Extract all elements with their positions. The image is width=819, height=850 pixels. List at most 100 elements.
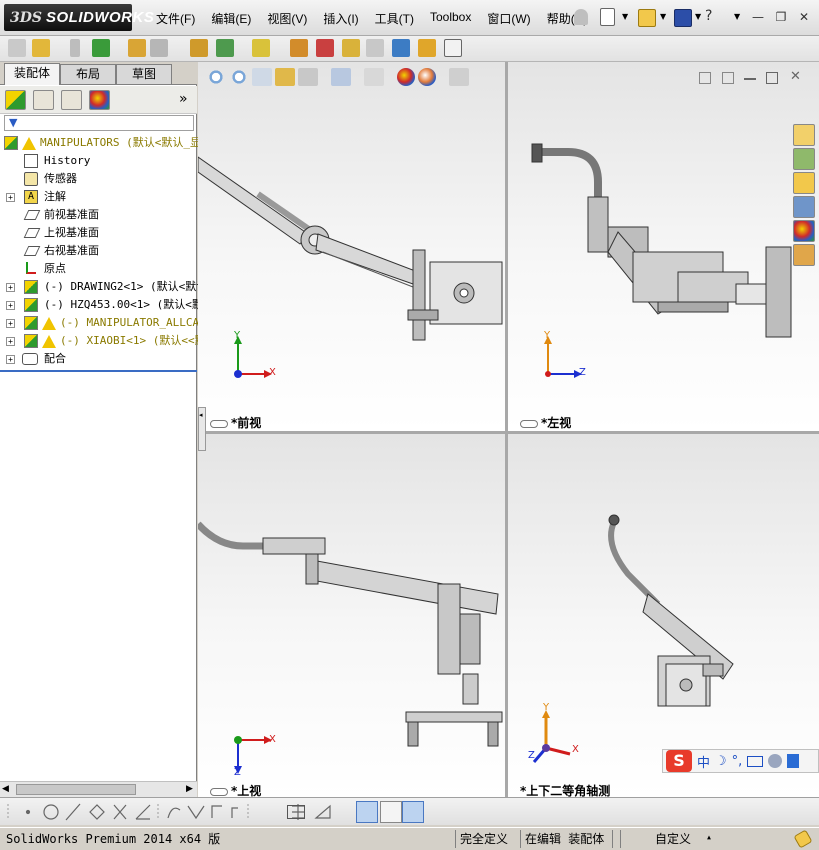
horizontal-scrollbar[interactable]: ◀ ▶	[0, 781, 197, 797]
reference-geometry-icon[interactable]	[252, 39, 270, 57]
chevron-down-icon[interactable]: ▼	[695, 12, 701, 21]
tree-item[interactable]: 前视基准面	[0, 206, 197, 224]
tree-item[interactable]: + 配合	[0, 350, 197, 368]
tree-item[interactable]: 上视基准面	[0, 224, 197, 242]
menu-insert[interactable]: 插入(I)	[315, 9, 366, 28]
open-folder-icon[interactable]	[638, 9, 656, 27]
save-icon[interactable]	[674, 9, 692, 27]
viewport-top[interactable]: Z X *上视	[198, 434, 505, 797]
tree-item[interactable]: + (-) DRAWING2<1> (默认<默认	[0, 278, 207, 296]
viewport-isometric[interactable]: Y X Z *上下二等角轴测	[508, 434, 819, 797]
appearances-icon[interactable]	[793, 220, 815, 242]
skin-icon[interactable]	[787, 754, 800, 768]
smart-fasteners-icon[interactable]	[128, 39, 146, 57]
custom-properties-icon[interactable]	[793, 244, 815, 266]
tree-item[interactable]: + A 注解	[0, 188, 197, 206]
expand-icon[interactable]: +	[6, 337, 15, 346]
keyboard-icon[interactable]	[747, 755, 764, 767]
paperclip-icon[interactable]	[70, 39, 80, 57]
chevron-down-icon[interactable]: ▼	[622, 12, 628, 21]
section-view-icon[interactable]	[275, 68, 295, 86]
edit-appearance-icon[interactable]	[397, 68, 415, 86]
rebuild-icon[interactable]	[8, 39, 26, 57]
show-hidden-icon[interactable]	[190, 39, 208, 57]
solidworks-logo[interactable]: 3DS SOLIDWORKS	[4, 4, 154, 31]
home-icon[interactable]	[793, 124, 815, 146]
user-icon[interactable]	[768, 754, 783, 768]
menu-file[interactable]: 文件(F)	[148, 9, 203, 28]
display-style-icon[interactable]	[331, 68, 351, 86]
close-button[interactable]: ✕	[796, 10, 812, 24]
four-view-icon[interactable]	[402, 801, 424, 823]
file-explorer-icon[interactable]	[793, 172, 815, 194]
horizontal-splitter[interactable]	[198, 431, 819, 434]
shaded-view-icon[interactable]	[356, 801, 378, 823]
zoom-area-icon[interactable]	[229, 68, 249, 86]
punctuation-icon[interactable]: °,	[732, 754, 743, 769]
menu-edit[interactable]: 编辑(E)	[203, 9, 259, 28]
explode-line-icon[interactable]	[366, 39, 384, 57]
tree-item[interactable]: 原点	[0, 260, 197, 278]
viewport-tile-icon[interactable]	[699, 72, 711, 84]
apply-scene-icon[interactable]	[418, 68, 436, 86]
units-selector[interactable]: 自定义	[620, 830, 691, 848]
scroll-right-icon[interactable]: ▶	[186, 784, 193, 794]
ime-toolbar[interactable]: S 中 ☽ °,	[662, 749, 819, 773]
graphics-area[interactable]: Y X *前视 Y Z *左视 Z X *上视 Y X Z *上下二等角轴测 ◂	[198, 62, 819, 797]
previous-view-icon[interactable]	[252, 68, 272, 86]
expand-icon[interactable]: +	[6, 319, 15, 328]
new-document-icon[interactable]	[600, 8, 615, 26]
vertical-splitter[interactable]	[505, 62, 508, 797]
resources-icon[interactable]	[793, 148, 815, 170]
tree-item[interactable]: 传感器	[0, 170, 197, 188]
configuration-manager-icon[interactable]	[61, 90, 82, 110]
viewport-tile-icon[interactable]	[722, 72, 734, 84]
units-caret-icon[interactable]: ▴	[706, 832, 712, 843]
ime-mode[interactable]: 中	[697, 752, 710, 771]
scroll-left-icon[interactable]: ◀	[2, 784, 9, 794]
single-view-icon[interactable]	[380, 801, 402, 823]
menu-view[interactable]: 视图(V)	[259, 9, 315, 28]
expand-icon[interactable]: +	[6, 301, 15, 310]
tree-item[interactable]: + (-) MANIPULATOR_ALLCATE	[0, 314, 212, 332]
sketch-dimension-icon[interactable]	[287, 805, 305, 819]
display-manager-icon[interactable]	[89, 90, 110, 110]
tab-layout[interactable]: 布局	[60, 64, 116, 84]
view-settings-icon[interactable]	[449, 68, 469, 86]
linear-pattern-icon[interactable]	[92, 39, 110, 57]
assembly-features-icon[interactable]	[216, 39, 234, 57]
feature-manager-icon[interactable]	[5, 90, 26, 110]
expand-icon[interactable]: +	[6, 193, 15, 202]
instant3d-icon[interactable]	[444, 39, 462, 57]
filter-icon[interactable]: ▼	[9, 116, 17, 129]
viewport-restore-icon[interactable]	[766, 72, 778, 84]
move-component-icon[interactable]	[150, 39, 168, 57]
viewport-front[interactable]: Y X *前视	[198, 62, 505, 431]
hide-show-items-icon[interactable]	[364, 68, 384, 86]
menu-window[interactable]: 窗口(W)	[479, 9, 538, 28]
tree-item[interactable]: + (-) HZQ453.00<1> (默认<默	[0, 296, 203, 314]
exploded-view-icon[interactable]	[342, 39, 360, 57]
chevron-down-icon[interactable]: ▼	[734, 12, 740, 21]
new-motion-study-icon[interactable]	[290, 39, 308, 57]
property-manager-icon[interactable]	[33, 90, 54, 110]
insert-component-icon[interactable]	[32, 39, 50, 57]
bill-of-materials-icon[interactable]	[316, 39, 334, 57]
tree-filter[interactable]: ▼	[4, 115, 194, 131]
expand-icon[interactable]: +	[6, 283, 15, 292]
view-orientation-icon[interactable]	[298, 68, 318, 86]
link-views-icon[interactable]	[520, 419, 538, 428]
viewport-close-icon[interactable]: ✕	[790, 69, 801, 84]
viewport-left[interactable]: Y Z *左视	[508, 62, 819, 431]
tree-item[interactable]: History	[0, 152, 197, 170]
link-views-icon[interactable]	[210, 787, 228, 796]
pin-icon[interactable]	[574, 9, 588, 25]
expand-icon[interactable]: +	[6, 355, 15, 364]
help-question-icon[interactable]: ?	[705, 8, 712, 24]
tree-item[interactable]: + (-) XIAOBI<1> (默认<<默	[0, 332, 206, 350]
tag-icon[interactable]	[793, 829, 813, 849]
tab-assembly[interactable]: 装配体	[4, 63, 60, 85]
link-views-icon[interactable]	[210, 419, 228, 428]
scroll-thumb[interactable]	[16, 784, 136, 795]
chevron-down-icon[interactable]: ▼	[660, 12, 666, 21]
